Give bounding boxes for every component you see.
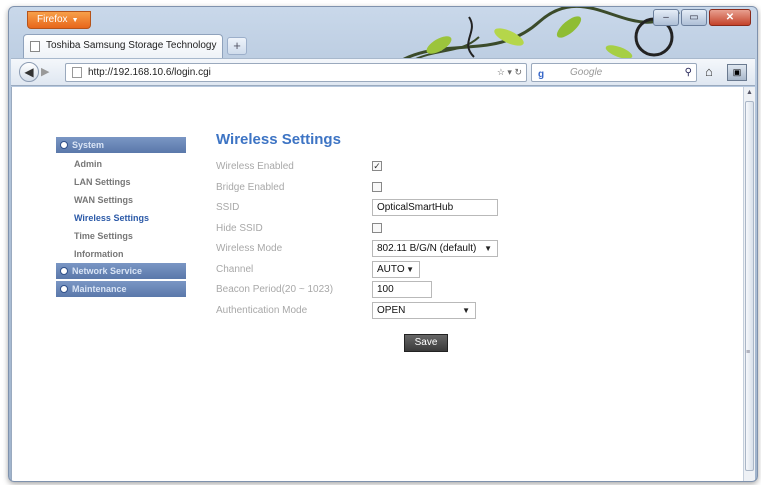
sidebar-item-admin[interactable]: Admin: [56, 155, 186, 173]
field-label: Wireless Enabled: [216, 161, 294, 172]
firefox-menu-label: Firefox: [37, 14, 68, 25]
wireless-mode-value: 802.11 B/G/N (default): [377, 243, 477, 254]
back-button[interactable]: ◀: [19, 62, 39, 82]
section-bullet-icon: [60, 267, 68, 275]
chevron-down-icon: ▼: [462, 305, 470, 315]
menu-section-label: System: [72, 140, 105, 150]
wireless-mode-select[interactable]: 802.11 B/G/N (default) ▼: [372, 240, 498, 257]
new-tab-button[interactable]: +: [227, 37, 247, 55]
form-row-channel: Channel AUTO ▼: [216, 260, 636, 282]
sidebar-item-wireless-settings[interactable]: Wireless Settings: [56, 209, 186, 227]
address-bar[interactable]: http://192.168.10.6/login.cgi ☆ ▾ ↻: [65, 63, 527, 82]
tab-title: Toshiba Samsung Storage Technology: [46, 40, 217, 51]
section-bullet-icon: [60, 285, 68, 293]
chevron-down-icon: ▼: [406, 264, 414, 274]
wireless-enabled-checkbox[interactable]: ✓: [372, 161, 382, 171]
field-label: Hide SSID: [216, 222, 263, 234]
search-engine-icon[interactable]: g: [538, 66, 544, 83]
wireless-settings-form: Wireless Settings Wireless Enabled ✓ Bri…: [216, 131, 636, 322]
menu-section-label: Network Service: [72, 266, 143, 276]
field-label: Wireless Mode: [216, 243, 283, 254]
forward-button[interactable]: ▶: [41, 65, 49, 78]
window-controls: – ▭ ✕: [653, 9, 751, 26]
scroll-up-icon[interactable]: ▲: [746, 89, 753, 96]
address-url: http://192.168.10.6/login.cgi: [88, 67, 211, 78]
form-row-wireless-mode: Wireless Mode 802.11 B/G/N (default) ▼: [216, 240, 636, 261]
page-content: System Admin LAN Settings WAN Settings W…: [11, 87, 743, 481]
close-window-button[interactable]: ✕: [709, 9, 751, 26]
menu-section-system[interactable]: System: [56, 137, 186, 153]
form-row-ssid: SSID OpticalSmartHub: [216, 199, 636, 220]
bridge-enabled-checkbox[interactable]: [372, 181, 382, 192]
sidebar-item-information[interactable]: Information: [56, 245, 186, 263]
site-identity-icon: [72, 67, 82, 78]
form-row-hide-ssid: Hide SSID: [216, 220, 636, 241]
hide-ssid-checkbox[interactable]: [372, 222, 382, 233]
vertical-scrollbar[interactable]: ▲ ≡: [743, 87, 755, 481]
page-title: Wireless Settings: [216, 131, 341, 148]
field-label: Authentication Mode: [216, 304, 308, 316]
field-label: Channel: [216, 263, 254, 275]
sidebar-item-time-settings[interactable]: Time Settings: [56, 227, 186, 245]
maximize-button[interactable]: ▭: [681, 9, 707, 26]
back-arrow-icon: ◀: [24, 65, 34, 79]
section-bullet-icon: [60, 141, 68, 149]
search-placeholder: Google: [570, 67, 603, 78]
menu-section-maintenance[interactable]: Maintenance: [56, 281, 186, 297]
field-label: Bridge Enabled: [216, 181, 285, 193]
forward-arrow-icon: ▶: [41, 66, 50, 78]
form-row-wireless-enabled: Wireless Enabled ✓: [216, 158, 636, 179]
search-bar[interactable]: g Google ⚲: [531, 63, 697, 82]
home-icon[interactable]: ⌂: [705, 64, 713, 79]
authentication-mode-value: OPEN: [377, 304, 406, 316]
form-row-authentication-mode: Authentication Mode OPEN ▼: [216, 301, 636, 323]
checkmark-icon: ✓: [373, 161, 381, 171]
chevron-down-icon: ▼: [484, 244, 492, 253]
minimize-button[interactable]: –: [653, 9, 679, 26]
firefox-menu-button[interactable]: Firefox ▼: [27, 11, 91, 29]
channel-select[interactable]: AUTO ▼: [372, 260, 420, 278]
addon-bar-icon[interactable]: ▣: [727, 64, 747, 81]
reload-icon[interactable]: ☆ ▾ ↻: [497, 64, 522, 81]
page-favicon-icon: [30, 41, 40, 52]
browser-window: Firefox ▼ – ▭ ✕ Toshiba Samsung Storage T…: [8, 6, 758, 482]
form-row-beacon-period: Beacon Period(20 ~ 1023) 100: [216, 281, 636, 302]
scrollbar-thumb[interactable]: [745, 101, 754, 471]
search-magnifier-icon[interactable]: ⚲: [685, 64, 692, 81]
authentication-mode-select[interactable]: OPEN ▼: [372, 301, 476, 319]
save-button[interactable]: Save: [404, 334, 448, 352]
navigation-toolbar: ◀ ▶ http://192.168.10.6/login.cgi ☆ ▾ ↻ …: [11, 58, 755, 86]
form-row-bridge-enabled: Bridge Enabled: [216, 179, 636, 200]
sidebar-item-lan-settings[interactable]: LAN Settings: [56, 173, 186, 191]
scroll-grip-icon: ≡: [746, 349, 751, 356]
menu-section-network-service[interactable]: Network Service: [56, 263, 186, 279]
ssid-input[interactable]: OpticalSmartHub: [372, 199, 498, 216]
menu-section-label: Maintenance: [72, 284, 127, 294]
channel-value: AUTO: [377, 263, 405, 275]
field-label: Beacon Period(20 ~ 1023): [216, 284, 334, 295]
browser-tab[interactable]: Toshiba Samsung Storage Technology: [23, 34, 223, 58]
sidebar-menu: System Admin LAN Settings WAN Settings W…: [56, 137, 186, 299]
sidebar-item-wan-settings[interactable]: WAN Settings: [56, 191, 186, 209]
field-label: SSID: [216, 202, 240, 213]
chevron-down-icon: ▼: [71, 17, 79, 24]
beacon-period-input[interactable]: 100: [372, 281, 432, 298]
